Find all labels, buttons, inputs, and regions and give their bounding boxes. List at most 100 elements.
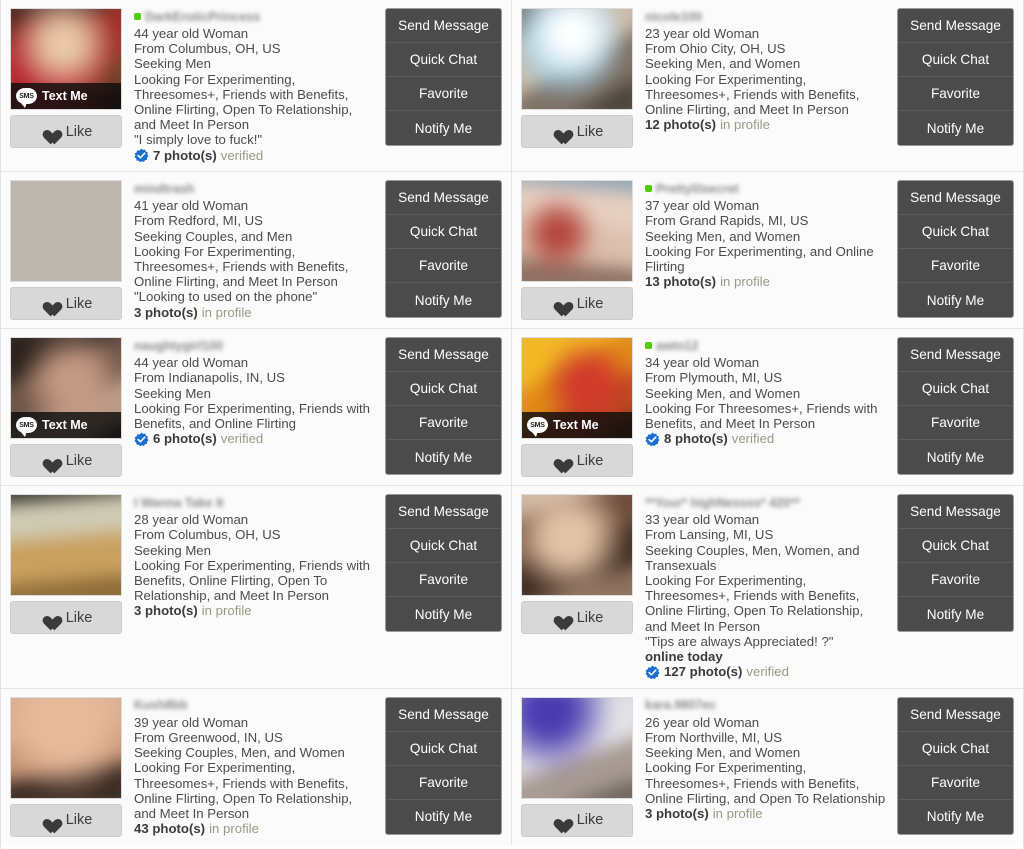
photo-status: in profile [712, 806, 763, 822]
username[interactable]: naughtygirl100 [134, 339, 223, 353]
send-message-button[interactable]: Send Message [898, 338, 1013, 373]
quick-chat-button[interactable]: Quick Chat [898, 529, 1013, 564]
like-label: Like [65, 123, 93, 140]
like-button[interactable]: Like [521, 803, 633, 837]
quick-chat-button[interactable]: Quick Chat [386, 372, 501, 407]
notify-me-button[interactable]: Notify Me [386, 111, 501, 145]
favorite-button[interactable]: Favorite [386, 77, 501, 111]
like-button[interactable]: Like [10, 115, 122, 148]
send-message-button[interactable]: Send Message [386, 698, 501, 732]
profile-detail-line: Looking For Experimenting, Threesomes+, … [134, 71, 353, 133]
username[interactable]: I Wanna Take It [134, 496, 224, 510]
profile-thumbnail[interactable] [521, 696, 633, 799]
notify-me-button[interactable]: Notify Me [386, 800, 501, 834]
send-message-button[interactable]: Send Message [898, 495, 1013, 530]
like-button[interactable]: Like [521, 444, 633, 478]
send-message-button[interactable]: Send Message [898, 181, 1013, 216]
photo-status: in profile [720, 274, 770, 290]
favorite-button[interactable]: Favorite [898, 766, 1013, 800]
notify-me-button[interactable]: Notify Me [898, 440, 1013, 474]
username[interactable]: DarkEroticPrincess [145, 10, 260, 24]
send-message-button[interactable]: Send Message [386, 181, 501, 216]
send-message-button[interactable]: Send Message [898, 9, 1013, 43]
notify-me-button[interactable]: Notify Me [386, 597, 501, 631]
text-me-button[interactable]: SMS Text Me [522, 412, 632, 439]
favorite-button[interactable]: Favorite [898, 563, 1013, 598]
profile-thumbnail[interactable]: SMS Text Me [10, 8, 122, 110]
username[interactable]: Prettylilsecret [656, 182, 739, 196]
like-button[interactable]: Like [10, 287, 122, 321]
username-line: Kush8bb [134, 698, 375, 713]
photo-count: 6 photo(s) [153, 431, 217, 447]
profile-thumbnail[interactable] [10, 180, 122, 283]
send-message-button[interactable]: Send Message [898, 698, 1013, 732]
quick-chat-button[interactable]: Quick Chat [386, 732, 501, 766]
favorite-button[interactable]: Favorite [898, 406, 1013, 441]
favorite-button[interactable]: Favorite [898, 77, 1013, 111]
photo-count-line: 3 photo(s) in profile [645, 806, 887, 822]
notify-me-button[interactable]: Notify Me [386, 440, 501, 474]
like-button[interactable]: Like [10, 803, 122, 837]
profile-detail-line: Seeking Men [134, 56, 211, 72]
favorite-button[interactable]: Favorite [386, 563, 501, 598]
heart-icon [551, 610, 568, 625]
notify-me-button[interactable]: Notify Me [898, 283, 1013, 317]
profile-thumbnail[interactable] [521, 180, 633, 283]
username[interactable]: kara.9807ec [645, 698, 716, 712]
profile-thumbnail[interactable]: SMS Text Me [521, 337, 633, 440]
notify-me-button[interactable]: Notify Me [386, 283, 501, 317]
favorite-button[interactable]: Favorite [898, 249, 1013, 284]
favorite-button[interactable]: Favorite [386, 249, 501, 284]
profile-thumbnail[interactable] [521, 8, 633, 110]
quick-chat-button[interactable]: Quick Chat [898, 215, 1013, 250]
favorite-button[interactable]: Favorite [386, 766, 501, 800]
profile-thumbnail[interactable] [10, 494, 122, 597]
username[interactable]: mindtrash [134, 182, 194, 196]
photo-count-line: 43 photo(s) in profile [134, 821, 375, 837]
photo-count: 43 photo(s) [134, 821, 206, 837]
profile-info: awtn12 34 year old Woman From Plymouth, MI… [633, 337, 887, 477]
photo-status: verified [220, 431, 264, 447]
notify-me-button[interactable]: Notify Me [898, 800, 1013, 834]
quick-chat-button[interactable]: Quick Chat [898, 732, 1013, 766]
quick-chat-button[interactable]: Quick Chat [386, 43, 501, 77]
quick-chat-button[interactable]: Quick Chat [386, 529, 501, 564]
like-button[interactable]: Like [10, 444, 122, 478]
like-button[interactable]: Like [521, 115, 633, 148]
text-me-button[interactable]: SMS Text Me [11, 412, 121, 439]
like-button[interactable]: Like [521, 601, 633, 635]
favorite-button[interactable]: Favorite [386, 406, 501, 441]
text-me-button[interactable]: SMS Text Me [11, 83, 121, 109]
photo-count-line: 6 photo(s) verified [134, 431, 375, 447]
photo-count-line: 127 photo(s) verified [645, 664, 887, 680]
profile-thumbnail[interactable]: SMS Text Me [10, 337, 122, 440]
username[interactable]: nicole100 [645, 10, 702, 24]
like-label: Like [576, 123, 604, 140]
sms-bubble-icon: SMS [527, 417, 548, 438]
profile-detail-line: From Lansing, MI, US [645, 527, 774, 543]
username[interactable]: Kush8bb [134, 698, 187, 712]
notify-me-button[interactable]: Notify Me [898, 597, 1013, 631]
username-line: **Your* highNessss* 420** [645, 495, 887, 510]
quick-chat-button[interactable]: Quick Chat [898, 43, 1013, 77]
send-message-button[interactable]: Send Message [386, 495, 501, 530]
profile-detail-line: 28 year old Woman [134, 512, 249, 528]
like-button[interactable]: Like [521, 287, 633, 321]
send-message-button[interactable]: Send Message [386, 338, 501, 373]
profile-detail-line: Looking For Threesomes+, Friends with Be… [645, 400, 878, 432]
sms-bubble-icon: SMS [16, 417, 37, 438]
action-button-group: Send Message Quick Chat Favorite Notify Me [897, 696, 1014, 835]
profile-thumbnail[interactable] [10, 696, 122, 799]
profile-detail-line: Seeking Men, and Women [645, 745, 801, 761]
quick-chat-button[interactable]: Quick Chat [386, 215, 501, 250]
notify-me-button[interactable]: Notify Me [898, 111, 1013, 145]
username[interactable]: awtn12 [656, 339, 698, 353]
quick-chat-button[interactable]: Quick Chat [898, 372, 1013, 407]
username[interactable]: **Your* highNessss* 420** [645, 496, 800, 510]
action-button-group: Send Message Quick Chat Favorite Notify Me [897, 494, 1014, 633]
send-message-button[interactable]: Send Message [386, 9, 501, 43]
heart-icon [40, 296, 57, 311]
profile-detail-line: Looking For Experimenting, Threesomes+, … [645, 573, 864, 634]
like-button[interactable]: Like [10, 601, 122, 635]
profile-thumbnail[interactable] [521, 494, 633, 597]
